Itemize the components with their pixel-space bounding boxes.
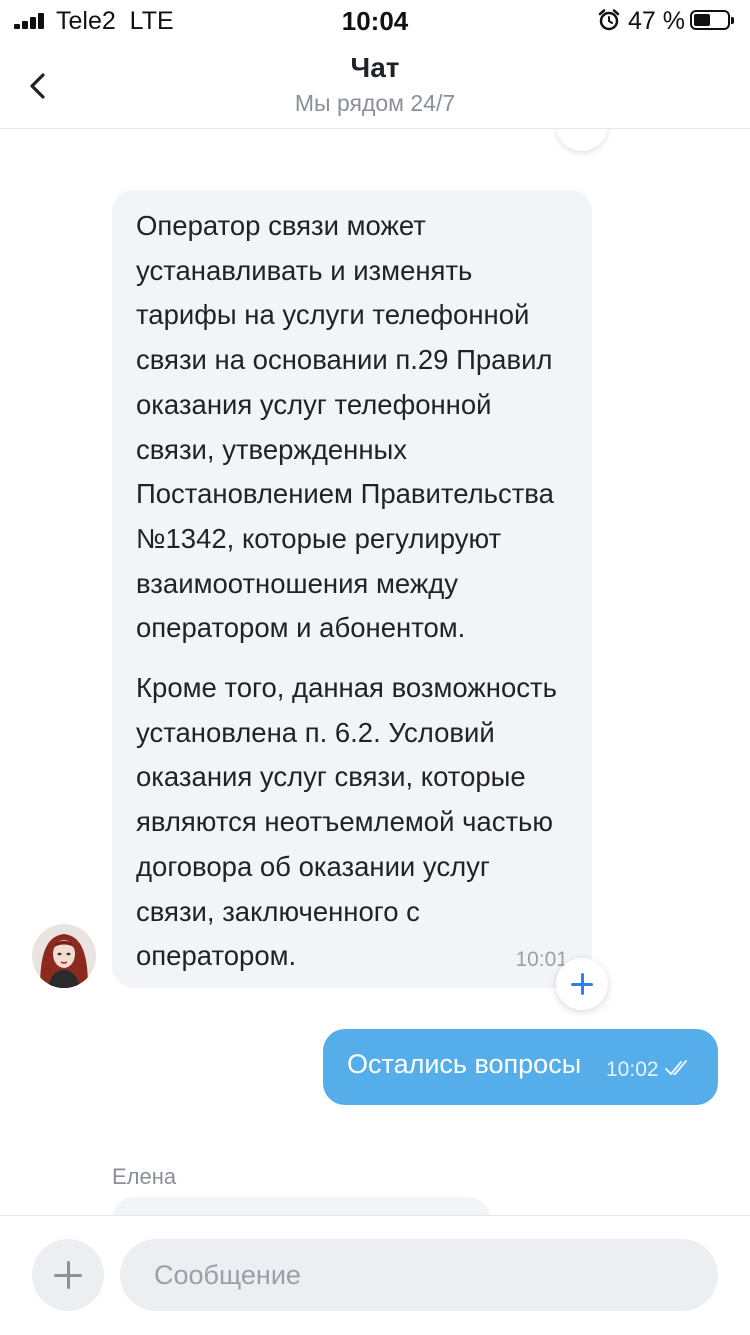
message-input[interactable] <box>120 1239 718 1311</box>
message-composer <box>0 1215 750 1335</box>
chat-history[interactable]: Оператор связи может устанавливать и изм… <box>0 129 750 1215</box>
message-paragraph: Оператор связи может устанавливать и изм… <box>136 210 554 644</box>
outgoing-message[interactable]: Остались вопросы 10:02 <box>323 1029 718 1105</box>
battery-icon <box>690 10 734 30</box>
page-subtitle: Мы рядом 24/7 <box>294 90 456 116</box>
page-title: Чат <box>350 52 400 83</box>
chat-header: Чат Мы рядом 24/7 <box>0 40 750 129</box>
operator-avatar <box>32 924 96 988</box>
attach-button[interactable] <box>32 1239 104 1311</box>
read-check-icon <box>665 1060 687 1075</box>
incoming-message[interactable] <box>112 1197 490 1215</box>
incoming-message[interactable]: Оператор связи может устанавливать и изм… <box>112 190 592 988</box>
message-text: Остались вопросы <box>347 1049 582 1079</box>
add-reaction-button[interactable] <box>556 958 608 1010</box>
reaction-button[interactable] <box>556 129 608 151</box>
sender-name: Елена <box>112 1164 177 1189</box>
message-paragraph: Кроме того, данная возможность установле… <box>136 672 557 972</box>
battery-percent: 47 % <box>628 7 685 35</box>
status-bar: Tele2 LTE 10:04 47 % <box>0 0 750 40</box>
avatar-image <box>32 924 96 988</box>
message-time: 10:02 <box>606 1058 659 1081</box>
alarm-icon <box>598 9 620 31</box>
